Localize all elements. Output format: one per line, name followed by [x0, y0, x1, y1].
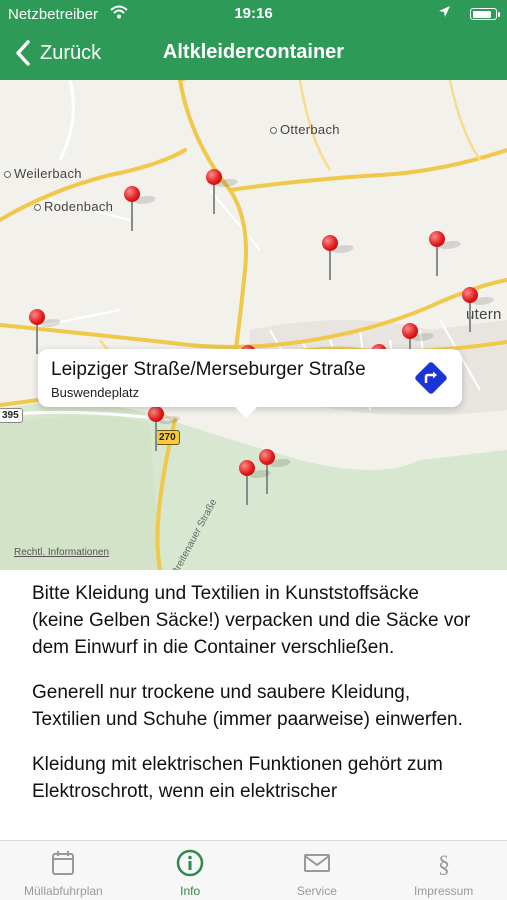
legal-info-link[interactable]: Rechtl. Informationen [14, 547, 109, 558]
location-arrow-icon [439, 6, 450, 17]
page-title: Altkleidercontainer [162, 41, 345, 63]
tab-impressum[interactable]: § Impressum [380, 841, 507, 900]
road-shield-395: 395 [0, 408, 23, 423]
place-label-weilerbach: Weilerbach [4, 166, 82, 181]
mail-icon [303, 854, 330, 872]
info-paragraph: Bitte Kleidung und Textilien in Kunststo… [32, 583, 471, 658]
section-icon: § [438, 852, 450, 877]
map-pin[interactable] [319, 235, 357, 281]
navigation-header: Netzbetreiber 19:16 Zurück Altkleidercon… [0, 0, 507, 80]
svg-text:§: § [438, 852, 450, 877]
tab-label: Müllabfuhrplan [24, 884, 103, 898]
callout-subtitle: Buswendeplatz [51, 385, 140, 400]
nav-bar: Zurück Altkleidercontainer [0, 28, 507, 80]
map-pin[interactable] [203, 169, 241, 215]
status-bar: Netzbetreiber 19:16 [0, 0, 507, 28]
map-pin[interactable] [236, 460, 274, 506]
map-pin[interactable] [145, 406, 183, 452]
map-callout[interactable]: Leipziger Straße/Merseburger Straße Busw… [38, 349, 462, 418]
tab-muellabfuhrplan[interactable]: Müllabfuhrplan [0, 841, 127, 900]
map-pin[interactable] [426, 231, 464, 277]
place-dot [34, 204, 41, 212]
place-dot [270, 127, 277, 135]
map-view[interactable]: Otterbach Weilerbach Rodenbach utern 395… [0, 80, 507, 570]
status-time: 19:16 [234, 5, 273, 22]
info-icon [176, 849, 204, 877]
battery-icon [470, 8, 500, 20]
callout-title: Leipziger Straße/Merseburger Straße [51, 359, 366, 380]
place-dot [4, 171, 11, 179]
info-text: Bitte Kleidung und Textilien in Kunststo… [0, 570, 507, 840]
tab-service[interactable]: Service [254, 841, 381, 900]
tab-bar: Müllabfuhrplan Info Service § Impressum [0, 840, 507, 900]
tab-info[interactable]: Info [127, 841, 254, 900]
tab-label: Impressum [413, 884, 474, 898]
place-label-rodenbach: Rodenbach [34, 199, 113, 214]
tab-label: Service [296, 884, 337, 898]
place-label-otterbach: Otterbach [270, 122, 340, 137]
directions-icon[interactable] [414, 361, 448, 395]
map-pin[interactable] [26, 309, 64, 355]
map-pin[interactable] [121, 186, 159, 232]
calendar-icon [52, 851, 75, 875]
info-paragraph: Generell nur trockene und saubere Kleidu… [32, 682, 463, 730]
info-paragraph: Kleidung mit elektrischen Funktionen geh… [32, 754, 443, 802]
tab-label: Info [180, 884, 201, 898]
map-pin[interactable] [459, 287, 497, 333]
